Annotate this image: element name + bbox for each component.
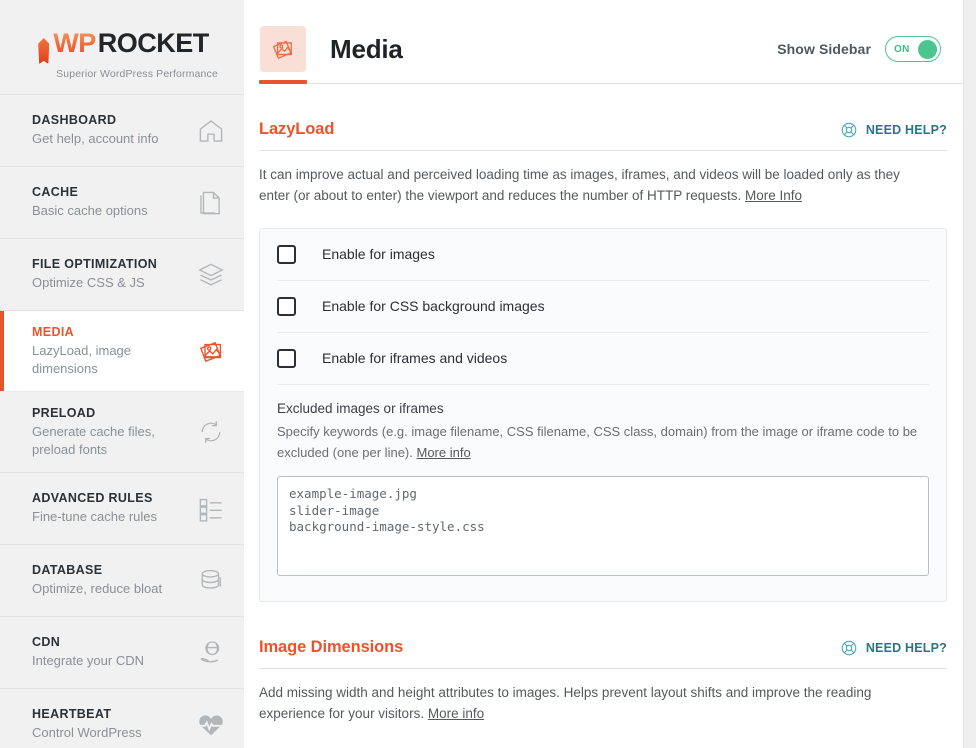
need-help-label: NEED HELP? [865, 640, 947, 655]
section-description: Add missing width and height attributes … [259, 683, 931, 725]
document-icon [196, 188, 226, 218]
logo-wp-text: WP [53, 27, 96, 58]
refresh-icon [196, 417, 226, 447]
brand-logo: WPROCKET Superior WordPress Performance [0, 0, 244, 94]
rocket-flame-icon [35, 20, 52, 66]
sidebar-item-subtitle: Fine-tune cache rules [32, 509, 158, 525]
cdn-cloud-icon [196, 638, 226, 668]
checkbox-label: Enable for CSS background images [322, 298, 545, 315]
tab-rule [259, 83, 963, 84]
header-actions: Show Sidebar ON [777, 36, 960, 62]
section-description-text: Add missing width and height attributes … [259, 685, 872, 722]
toggle-state-label: ON [894, 43, 910, 55]
settings-scroll-body: LazyLoad NEED HELP? It can improve actua… [244, 84, 976, 725]
sidebar-item-database[interactable]: DATABASE Optimize, reduce bloat [0, 545, 244, 618]
show-sidebar-toggle[interactable]: ON [885, 36, 941, 62]
logo-rocket-text: ROCKET [97, 27, 210, 58]
checkbox-label: Enable for iframes and videos [322, 350, 508, 367]
section-title: Image Dimensions [259, 638, 404, 657]
sidebar: WPROCKET Superior WordPress Performance … [0, 0, 244, 748]
sidebar-item-title: CACHE [32, 185, 79, 200]
sidebar-item-heartbeat[interactable]: HEARTBEAT Control WordPress [0, 689, 244, 748]
sidebar-item-title: ADVANCED RULES [32, 491, 153, 506]
section-description: It can improve actual and perceived load… [259, 165, 931, 207]
main-content: Media Show Sidebar ON LazyLoad NEED HELP… [244, 0, 976, 748]
checkbox-enable-for-images[interactable] [277, 244, 296, 264]
sidebar-item-title: CDN [32, 635, 61, 650]
section-lazyload: LazyLoad NEED HELP? It can improve actua… [259, 84, 947, 603]
checkbox-row-enable-for-css-background-images[interactable]: Enable for CSS background images [277, 281, 929, 333]
sidebar-item-preload[interactable]: PRELOAD Generate cache files, preload fo… [0, 392, 244, 474]
sidebar-item-subtitle: Optimize CSS & JS [32, 275, 145, 291]
sidebar-item-title: HEARTBEAT [32, 707, 112, 722]
lifebuoy-icon [840, 639, 858, 657]
checkbox-enable-for-iframes-and-videos[interactable] [277, 348, 296, 368]
sidebar-item-subtitle: LazyLoad, image dimensions [32, 343, 132, 376]
more-info-link[interactable]: More Info [745, 188, 802, 203]
layers-icon [196, 260, 226, 290]
section-description-text: It can improve actual and perceived load… [259, 167, 900, 203]
sidebar-item-subtitle: Get help, account info [32, 131, 159, 147]
excluded-images-textarea[interactable] [277, 476, 929, 577]
sidebar-item-title: DASHBOARD [32, 113, 117, 128]
sidebar-item-subtitle: Integrate your CDN [32, 653, 144, 669]
toggle-knob [918, 39, 937, 59]
checkbox-row-enable-for-images[interactable]: Enable for images [277, 229, 929, 281]
sidebar-item-subtitle: Optimize, reduce bloat [32, 581, 163, 597]
page-header: Media Show Sidebar ON [244, 0, 976, 84]
excluded-images-help-text: Specify keywords (e.g. image filename, C… [277, 423, 918, 460]
sidebar-item-title: FILE OPTIMIZATION [32, 257, 158, 272]
sidebar-item-advanced-rules[interactable]: ADVANCED RULES Fine-tune cache rules [0, 473, 244, 546]
excluded-images-field-block: Excluded images or iframes Specify keywo… [277, 385, 929, 602]
sidebar-item-file-optimization[interactable]: FILE OPTIMIZATION Optimize CSS & JS [0, 239, 244, 311]
wp-rocket-settings-page: WPROCKET Superior WordPress Performance … [0, 0, 976, 748]
need-help-link[interactable]: NEED HELP? [840, 639, 947, 657]
sidebar-item-cdn[interactable]: CDN Integrate your CDN [0, 617, 244, 690]
more-info-link[interactable]: More info [428, 706, 484, 721]
page-right-edge [963, 0, 976, 748]
database-icon [196, 566, 226, 596]
page-title: Media [330, 33, 403, 64]
lazyload-settings-panel: Enable for images Enable for CSS backgro… [259, 227, 947, 603]
sidebar-item-title: MEDIA [32, 325, 75, 339]
section-header: LazyLoad NEED HELP? [259, 120, 947, 151]
sidebar-item-title: DATABASE [32, 563, 103, 578]
brand-tagline: Superior WordPress Performance [56, 68, 218, 80]
section-title: LazyLoad [259, 120, 335, 138]
more-info-link[interactable]: More info [416, 445, 470, 460]
excluded-images-label: Excluded images or iframes [277, 400, 444, 416]
sidebar-nav: DASHBOARD Get help, account info CACHE B… [0, 94, 244, 748]
need-help-label: NEED HELP? [865, 122, 947, 137]
sidebar-item-media[interactable]: MEDIA LazyLoad, image dimensions [0, 311, 244, 393]
sidebar-item-subtitle: Basic cache options [32, 203, 148, 219]
checkbox-enable-for-css-background-images[interactable] [277, 296, 296, 316]
need-help-link[interactable]: NEED HELP? [840, 121, 947, 139]
photos-icon [196, 336, 226, 366]
checklist-icon [196, 494, 226, 524]
sidebar-item-subtitle: Control WordPress [32, 725, 142, 741]
sidebar-item-dashboard[interactable]: DASHBOARD Get help, account info [0, 95, 244, 167]
heartbeat-icon [196, 710, 226, 740]
sidebar-item-cache[interactable]: CACHE Basic cache options [0, 167, 244, 239]
sidebar-item-title: PRELOAD [32, 406, 96, 421]
checkbox-row-enable-for-iframes-and-videos[interactable]: Enable for iframes and videos [277, 333, 929, 385]
sidebar-item-subtitle: Generate cache files, preload fonts [32, 424, 155, 457]
photos-icon [260, 26, 306, 72]
lifebuoy-icon [840, 121, 858, 139]
excluded-images-help: Specify keywords (e.g. image filename, C… [277, 422, 929, 464]
tab-media-indicator[interactable] [259, 80, 307, 84]
section-image-dimensions: Image Dimensions NEED HELP? Add missing … [259, 602, 947, 725]
checkbox-label: Enable for images [322, 246, 435, 263]
home-icon [196, 116, 226, 146]
show-sidebar-label: Show Sidebar [777, 41, 871, 57]
section-header: Image Dimensions NEED HELP? [259, 638, 947, 670]
